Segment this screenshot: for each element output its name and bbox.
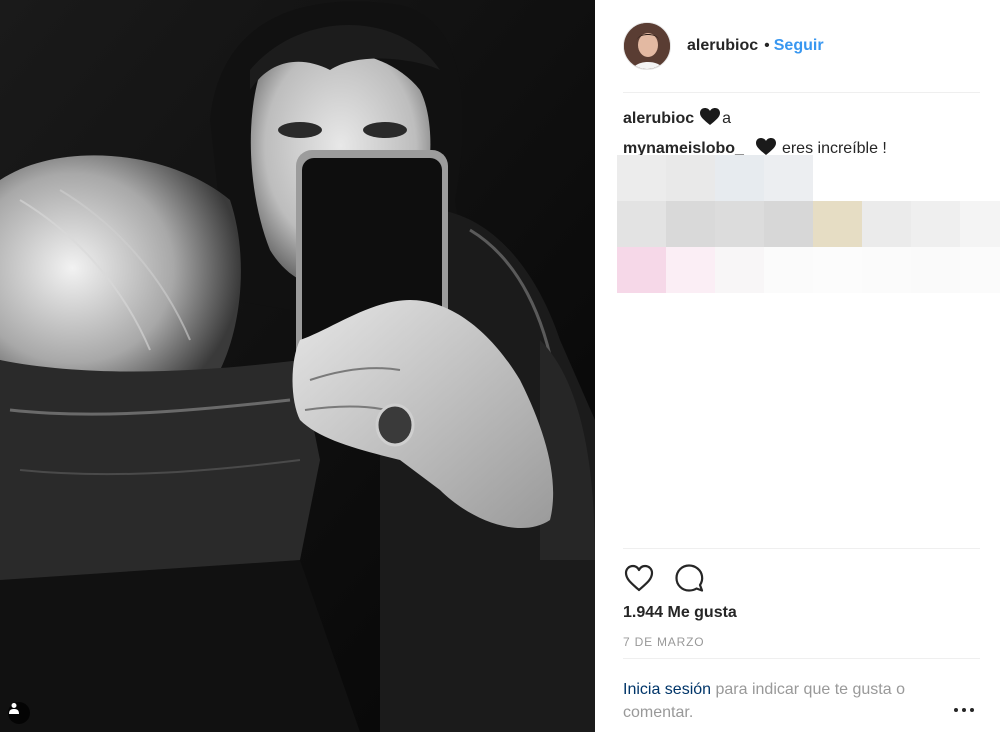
like-count[interactable]: 1.944 Me gusta bbox=[623, 604, 737, 622]
more-options-icon[interactable] bbox=[954, 704, 974, 716]
more-dot bbox=[954, 708, 958, 712]
login-prompt: Inicia sesión para indicar que te gusta … bbox=[623, 678, 953, 724]
separator-dot: • bbox=[764, 37, 770, 54]
action-bar bbox=[623, 562, 705, 594]
avatar-image bbox=[624, 23, 670, 69]
user-tag-icon[interactable] bbox=[8, 702, 30, 724]
like-button[interactable] bbox=[623, 562, 655, 594]
post-header: alerubioc • Seguir bbox=[623, 20, 980, 72]
follow-button[interactable]: Seguir bbox=[774, 37, 824, 55]
more-dot bbox=[970, 708, 974, 712]
photo-image bbox=[0, 0, 595, 732]
heart-outline-icon bbox=[624, 564, 654, 592]
black-heart-icon bbox=[700, 107, 721, 131]
comment-bubble-icon bbox=[675, 564, 704, 592]
actions-divider bbox=[623, 548, 980, 549]
avatar[interactable] bbox=[623, 22, 671, 70]
login-divider bbox=[623, 658, 980, 659]
author-username[interactable]: alerubioc bbox=[687, 37, 758, 55]
header-divider bbox=[623, 92, 980, 93]
post-photo[interactable] bbox=[0, 0, 595, 732]
more-dot bbox=[962, 708, 966, 712]
user-tag-glyph bbox=[9, 703, 19, 714]
comment-item: alerubioc a bbox=[623, 104, 980, 134]
comment-username[interactable]: alerubioc bbox=[623, 110, 694, 128]
comment-text: a bbox=[722, 110, 732, 127]
login-link[interactable]: Inicia sesión bbox=[623, 681, 711, 698]
post-date[interactable]: 7 DE MARZO bbox=[623, 635, 704, 649]
comment-button[interactable] bbox=[673, 562, 705, 594]
pixelated-redaction bbox=[617, 155, 1000, 295]
